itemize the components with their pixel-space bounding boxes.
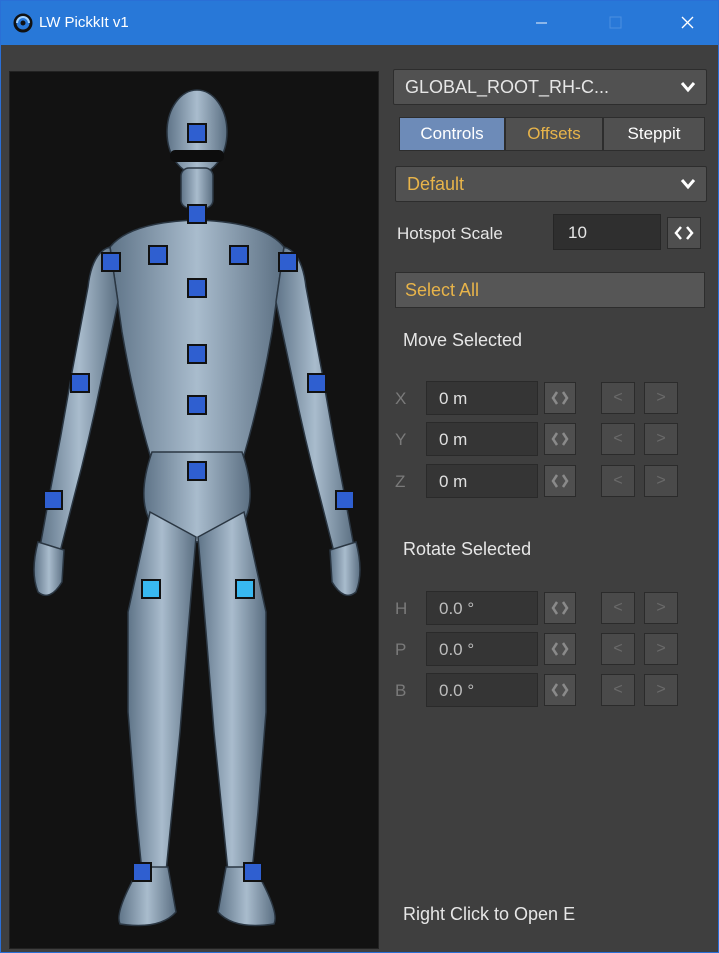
- hotspot-pelvis[interactable]: [187, 461, 207, 481]
- left-right-arrows-icon: [551, 474, 569, 488]
- hotspot-left-clavicle[interactable]: [148, 245, 168, 265]
- preset-dropdown[interactable]: Default: [395, 166, 707, 202]
- move-selected-heading: Move Selected: [403, 330, 523, 350]
- move-y-increment-button[interactable]: >: [644, 423, 678, 455]
- context-menu-hint: Right Click to Open E: [403, 904, 576, 924]
- root-dropdown-value: GLOBAL_ROOT_RH-C...: [405, 77, 610, 97]
- chevron-down-icon: [680, 179, 696, 190]
- rotate-selected-heading: Rotate Selected: [403, 539, 532, 559]
- window-title: LW PickkIt v1: [39, 14, 129, 31]
- move-y-input[interactable]: 0 m: [426, 422, 538, 456]
- picker-viewport[interactable]: [9, 71, 379, 949]
- move-z-input[interactable]: 0 m: [426, 464, 538, 498]
- hotspot-left-shoulder[interactable]: [101, 252, 121, 272]
- hotspot-lower-abdomen[interactable]: [187, 395, 207, 415]
- move-x-decrement-button[interactable]: <: [601, 382, 635, 414]
- hotspot-upper-abdomen[interactable]: [187, 344, 207, 364]
- move-x-increment-button[interactable]: >: [644, 382, 678, 414]
- select-all-button[interactable]: Select All: [395, 272, 705, 308]
- hotspot-right-shoulder[interactable]: [278, 252, 298, 272]
- pickit-window: LW PickkIt v1 GLOBAL_ROOT_RH-C... Contro…: [0, 0, 719, 953]
- rotate-b-increment-button[interactable]: >: [644, 674, 678, 706]
- move-x-input[interactable]: 0 m: [426, 381, 538, 415]
- hotspot-head[interactable]: [187, 123, 207, 143]
- swirl-logo-icon: [13, 13, 33, 33]
- hotspot-left-wrist[interactable]: [43, 490, 63, 510]
- axis-label-y: Y: [395, 430, 407, 449]
- hotspot-neck[interactable]: [187, 204, 207, 224]
- minimize-button[interactable]: [516, 1, 566, 45]
- hotspot-right-wrist[interactable]: [335, 490, 355, 510]
- move-x-spin-button[interactable]: [544, 382, 576, 414]
- tab-steppit[interactable]: Steppit: [603, 117, 705, 151]
- hotspot-right-knee[interactable]: [235, 579, 255, 599]
- rotate-b-decrement-button[interactable]: <: [601, 674, 635, 706]
- control-panel: GLOBAL_ROOT_RH-C... Controls Offsets Ste…: [393, 67, 711, 947]
- move-z-decrement-button[interactable]: <: [601, 465, 635, 497]
- left-right-arrows-icon: [551, 432, 569, 446]
- left-right-arrows-icon: [551, 683, 569, 697]
- rotate-p-input[interactable]: 0.0 °: [426, 632, 538, 666]
- hotspot-scale-input[interactable]: 10: [553, 214, 661, 250]
- hotspot-left-elbow[interactable]: [70, 373, 90, 393]
- rotate-b-spin-button[interactable]: [544, 674, 576, 706]
- preset-dropdown-value: Default: [407, 174, 465, 194]
- mode-tabs: Controls Offsets Steppit: [399, 117, 705, 151]
- rotate-h-increment-button[interactable]: >: [644, 592, 678, 624]
- move-z-spin-button[interactable]: [544, 465, 576, 497]
- left-right-arrows-icon: [551, 642, 569, 656]
- move-y-spin-button[interactable]: [544, 423, 576, 455]
- rotate-p-decrement-button[interactable]: <: [601, 633, 635, 665]
- title-bar[interactable]: LW PickkIt v1: [1, 1, 718, 45]
- close-icon: [681, 16, 694, 29]
- hotspot-left-knee[interactable]: [141, 579, 161, 599]
- move-y-decrement-button[interactable]: <: [601, 423, 635, 455]
- left-right-arrows-icon: [551, 391, 569, 405]
- hotspot-scale-spin-button[interactable]: [667, 217, 701, 249]
- close-button[interactable]: [663, 1, 713, 45]
- axis-label-h: H: [395, 599, 408, 618]
- tab-controls[interactable]: Controls: [399, 117, 505, 151]
- hotspot-right-elbow[interactable]: [307, 373, 327, 393]
- rotate-b-input[interactable]: 0.0 °: [426, 673, 538, 707]
- root-dropdown[interactable]: GLOBAL_ROOT_RH-C...: [393, 69, 707, 105]
- hotspot-scale-label: Hotspot Scale: [397, 224, 503, 243]
- axis-label-z: Z: [395, 472, 406, 491]
- rotate-p-increment-button[interactable]: >: [644, 633, 678, 665]
- rotate-h-input[interactable]: 0.0 °: [426, 591, 538, 625]
- axis-label-x: X: [395, 389, 407, 408]
- hotspot-right-ankle[interactable]: [243, 862, 263, 882]
- hotspot-left-ankle[interactable]: [132, 862, 152, 882]
- move-z-increment-button[interactable]: >: [644, 465, 678, 497]
- rotate-h-spin-button[interactable]: [544, 592, 576, 624]
- left-right-arrows-icon: [551, 601, 569, 615]
- axis-label-b: B: [395, 681, 407, 700]
- hotspot-right-clavicle[interactable]: [229, 245, 249, 265]
- tab-offsets[interactable]: Offsets: [505, 117, 603, 151]
- maximize-button[interactable]: [591, 1, 641, 45]
- rotate-h-decrement-button[interactable]: <: [601, 592, 635, 624]
- left-right-arrows-icon: [674, 226, 694, 240]
- chevron-down-icon: [680, 82, 696, 93]
- rotate-p-spin-button[interactable]: [544, 633, 576, 665]
- axis-label-p: P: [395, 640, 407, 659]
- hotspot-chest[interactable]: [187, 278, 207, 298]
